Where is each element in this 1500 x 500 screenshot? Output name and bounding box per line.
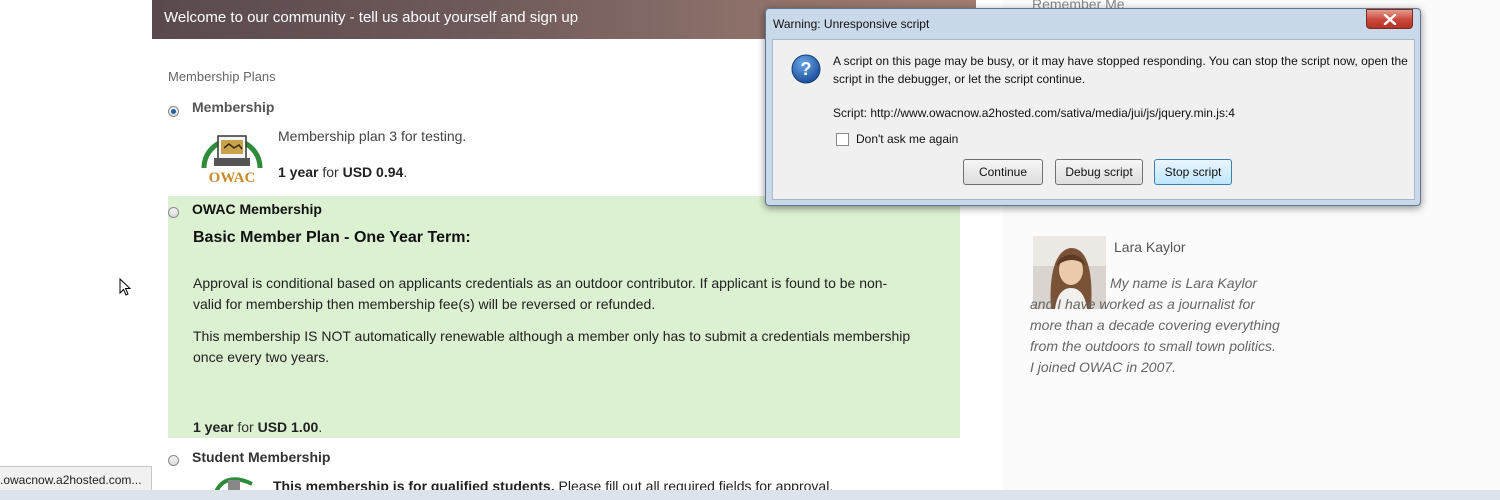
price-term: 1 year bbox=[278, 164, 319, 180]
dont-ask-again-checkbox[interactable] bbox=[836, 133, 849, 146]
mouse-cursor-icon bbox=[119, 278, 131, 296]
price-for: for bbox=[318, 164, 343, 180]
plan-price-membership: 1 year for USD 0.94. bbox=[278, 164, 407, 180]
svg-text:?: ? bbox=[801, 59, 812, 79]
dialog-message: A script on this page may be busy, or it… bbox=[833, 54, 1408, 86]
price-for: for bbox=[233, 419, 258, 435]
continue-button[interactable]: Continue bbox=[963, 159, 1043, 185]
price-end: . bbox=[403, 164, 408, 180]
plan-title-owac-membership[interactable]: OWAC Membership bbox=[192, 201, 322, 217]
banner-text: Welcome to our community - tell us about… bbox=[164, 9, 579, 26]
radio-student-membership[interactable] bbox=[168, 455, 179, 466]
dialog-script-url: Script: http://www.owacnow.a2hosted.com/… bbox=[833, 106, 1235, 120]
price-value: USD 0.94 bbox=[342, 164, 404, 180]
profile-name: Lara Kaylor bbox=[1114, 239, 1186, 255]
price-end: . bbox=[318, 419, 323, 435]
owac-logo-text: OWAC bbox=[209, 170, 256, 186]
profile-bio-text: My name is Lara Kaylor and I have worked… bbox=[1030, 275, 1280, 375]
plan-description-membership: Membership plan 3 for testing. bbox=[278, 128, 467, 144]
owac-membership-panel: Basic Member Plan - One Year Term: Appro… bbox=[168, 196, 960, 438]
membership-plans-heading: Membership Plans bbox=[168, 69, 276, 84]
unresponsive-script-dialog: Warning: Unresponsive script ? A script … bbox=[765, 8, 1421, 206]
dialog-body: ? A script on this page may be busy, or … bbox=[772, 39, 1415, 200]
price-term: 1 year bbox=[193, 419, 234, 435]
radio-owac-membership[interactable] bbox=[168, 207, 179, 218]
plan-paragraph-approval: Approval is conditional based on applica… bbox=[193, 275, 888, 312]
plan-paragraph-renewal: This membership IS NOT automatically ren… bbox=[193, 328, 911, 365]
stop-script-button[interactable]: Stop script bbox=[1154, 159, 1232, 185]
owac-logo: OWAC bbox=[201, 135, 263, 186]
plan-price-owac: 1 year for USD 1.00. bbox=[193, 419, 322, 435]
plan-title-membership[interactable]: Membership bbox=[192, 99, 274, 115]
plan-title-student-membership[interactable]: Student Membership bbox=[192, 449, 330, 465]
radio-membership[interactable] bbox=[168, 106, 179, 117]
debug-script-button[interactable]: Debug script bbox=[1055, 159, 1143, 185]
dont-ask-again-label[interactable]: Don't ask me again bbox=[856, 132, 958, 146]
price-value: USD 1.00 bbox=[257, 419, 319, 435]
question-icon: ? bbox=[791, 54, 821, 84]
dialog-title: Warning: Unresponsive script bbox=[773, 17, 930, 31]
taskbar-strip bbox=[0, 490, 1500, 500]
profile-bio: My name is Lara Kaylor and I have worked… bbox=[1030, 273, 1280, 378]
plan-subtitle-owac: Basic Member Plan - One Year Term: bbox=[193, 229, 471, 246]
dialog-close-button[interactable] bbox=[1366, 9, 1413, 29]
close-icon bbox=[1383, 14, 1397, 25]
status-url-text: .owacnow.a2hosted.com... bbox=[0, 473, 142, 487]
